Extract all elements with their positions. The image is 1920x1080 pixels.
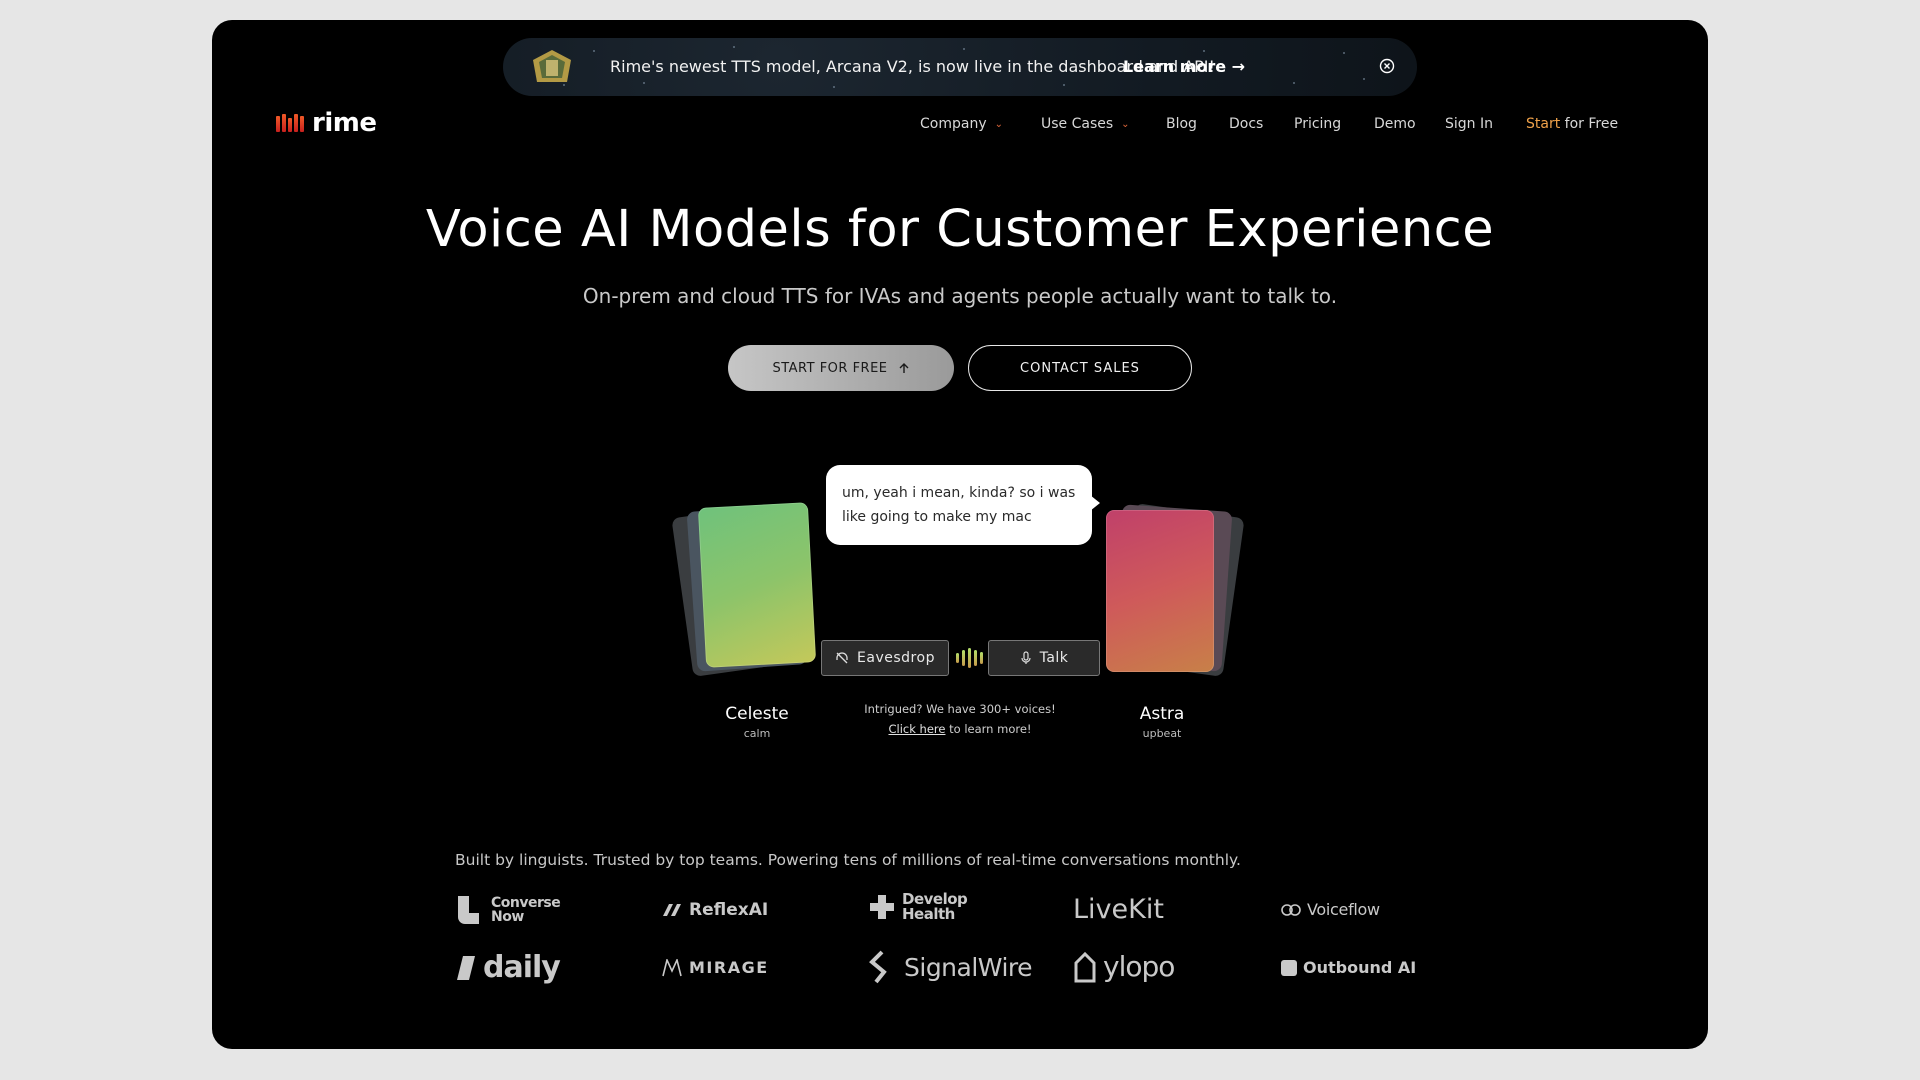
nav-blog[interactable]: Blog (1166, 116, 1197, 132)
voiceflow-name: Voiceflow (1307, 900, 1380, 919)
close-icon[interactable] (1379, 58, 1395, 74)
mirage-name: MIRAGE (689, 958, 769, 977)
signalwire-name: SignalWire (904, 952, 1033, 982)
click-here-link[interactable]: Click here (888, 722, 945, 736)
daily-icon (457, 955, 475, 980)
ylopo-icon (1074, 951, 1096, 982)
converse-now-line1: Converse (491, 895, 561, 911)
outbound-ai-icon (1281, 959, 1297, 976)
hero-title: Voice AI Models for Customer Experience (425, 200, 1495, 259)
learn-more-line: Click here to learn more! (212, 719, 1708, 739)
headphones-off-icon (836, 652, 848, 664)
start-for-free-label: START FOR FREE (772, 360, 888, 376)
outbound-ai-name: Outbound AI (1303, 958, 1417, 977)
arcana-badge-icon (533, 50, 571, 82)
eavesdrop-button[interactable]: Eavesdrop (821, 640, 949, 676)
voiceflow-icon (1281, 903, 1301, 916)
livekit-name: LiveKit (1073, 894, 1164, 925)
reflexai-name: ReflexAI (689, 900, 769, 920)
nav-docs[interactable]: Docs (1229, 116, 1263, 132)
speech-bubble-text: um, yeah i mean, kinda? so i was like go… (842, 485, 1076, 525)
microphone-icon (1020, 651, 1031, 664)
speech-bubble: um, yeah i mean, kinda? so i was like go… (826, 465, 1100, 545)
logo-reflexai: ReflexAI (661, 900, 768, 920)
intrigued-text: Intrigued? We have 300+ voices! (864, 702, 1056, 716)
nav-company-label: Company (920, 116, 987, 132)
arrow-up-icon (899, 363, 909, 373)
logo-signalwire: SignalWire (868, 950, 1033, 984)
learn-more-text: to learn more! (945, 722, 1032, 736)
logo-ylopo: ylopo (1073, 950, 1175, 983)
logo-outbound-ai: Outbound AI (1281, 958, 1416, 977)
mirage-icon (662, 958, 682, 976)
ylopo-name: ylopo (1103, 950, 1175, 983)
develop-health-icon (870, 895, 894, 919)
converse-now-line2: Now (491, 909, 524, 925)
nav-cta-rest: for Free (1560, 116, 1619, 132)
talk-button[interactable]: Talk (988, 640, 1100, 676)
talk-label: Talk (1039, 650, 1069, 666)
signalwire-icon (869, 950, 887, 984)
page-frame: Rime's newest TTS model, Arcana V2, is n… (212, 20, 1708, 1049)
nav-demo[interactable]: Demo (1374, 116, 1416, 132)
celeste-card[interactable] (697, 502, 817, 668)
logo-converse-now: Converse Now (455, 893, 561, 927)
announcement-banner[interactable]: Rime's newest TTS model, Arcana V2, is n… (503, 38, 1417, 96)
banner-learn-more-link[interactable]: Learn more → (1123, 57, 1245, 76)
start-for-free-button[interactable]: START FOR FREE (728, 345, 954, 391)
nav-sign-in[interactable]: Sign In (1445, 116, 1493, 132)
logo-develop-health: Develop Health (868, 892, 968, 923)
logo-voiceflow: Voiceflow (1281, 900, 1380, 919)
nav-pricing[interactable]: Pricing (1294, 116, 1341, 132)
waveform-icon (956, 648, 983, 668)
logo-daily: daily (455, 950, 561, 985)
intrigued-note: Intrigued? We have 300+ voices! Click he… (212, 699, 1708, 739)
nav-use-cases-label: Use Cases (1041, 116, 1114, 132)
hero-subtitle: On-prem and cloud TTS for IVAs and agent… (582, 284, 1338, 308)
top-nav: Company ⌄ Use Cases ⌄ Blog Docs Pricing De… (212, 116, 1708, 136)
chevron-down-icon: ⌄ (994, 119, 1003, 130)
nav-start-for-free[interactable]: Start for Free (1526, 116, 1618, 132)
contact-sales-button[interactable]: CONTACT SALES (968, 345, 1192, 391)
nav-company[interactable]: Company ⌄ (920, 116, 1003, 132)
astra-card[interactable] (1106, 510, 1214, 672)
logo-livekit: LiveKit (1073, 894, 1164, 925)
daily-name: daily (483, 950, 561, 985)
eavesdrop-label: Eavesdrop (857, 650, 935, 666)
chevron-down-icon: ⌄ (1121, 119, 1130, 130)
develop-health-line2: Health (902, 905, 955, 923)
reflexai-icon (663, 904, 681, 916)
nav-use-cases[interactable]: Use Cases ⌄ (1041, 116, 1130, 132)
nav-cta-highlight: Start (1526, 116, 1561, 132)
logo-mirage: MIRAGE (661, 958, 769, 977)
converse-now-icon (458, 896, 479, 924)
trusted-by-text: Built by linguists. Trusted by top teams… (455, 851, 1241, 869)
